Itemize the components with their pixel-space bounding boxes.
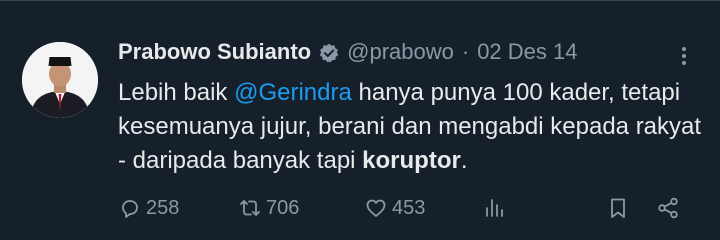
author-handle[interactable]: @prabowo xyxy=(347,38,454,66)
action-bar: 258 706 453 xyxy=(118,193,698,223)
like-count: 453 xyxy=(392,196,426,219)
verified-badge-icon xyxy=(319,42,339,63)
tweet-date[interactable]: 02 Des 14 xyxy=(477,38,577,66)
retweet-icon xyxy=(240,200,260,216)
tweet-text: Lebih baik @Gerindra hanya punya 100 kad… xyxy=(118,76,708,178)
tweet-text-end: . xyxy=(460,147,468,174)
author-name[interactable]: Prabowo Subianto xyxy=(118,38,311,66)
reply-button[interactable]: 258 xyxy=(118,193,179,223)
tweet-header: Prabowo Subianto @prabowo · 02 Des 14 xyxy=(118,38,577,66)
bookmark-icon xyxy=(611,198,625,218)
more-icon[interactable] xyxy=(672,44,696,68)
retweet-button[interactable]: 706 xyxy=(238,193,299,223)
like-button[interactable]: 453 xyxy=(364,193,425,223)
reply-icon xyxy=(122,200,138,218)
retweet-count: 706 xyxy=(266,196,300,219)
bookmark-button[interactable] xyxy=(606,193,634,223)
share-button[interactable] xyxy=(656,193,684,223)
tweet-text-part1: Lebih baik xyxy=(118,79,235,106)
reply-count: 258 xyxy=(146,196,180,219)
separator-dot: · xyxy=(461,39,470,64)
share-icon xyxy=(658,197,678,219)
tweet-text-bold: koruptor xyxy=(362,147,461,174)
like-icon xyxy=(366,199,386,217)
top-divider xyxy=(0,0,720,1)
views-button[interactable] xyxy=(482,193,510,223)
views-icon xyxy=(486,199,503,217)
mention-link[interactable]: @Gerindra xyxy=(234,79,352,106)
avatar[interactable] xyxy=(22,42,98,118)
